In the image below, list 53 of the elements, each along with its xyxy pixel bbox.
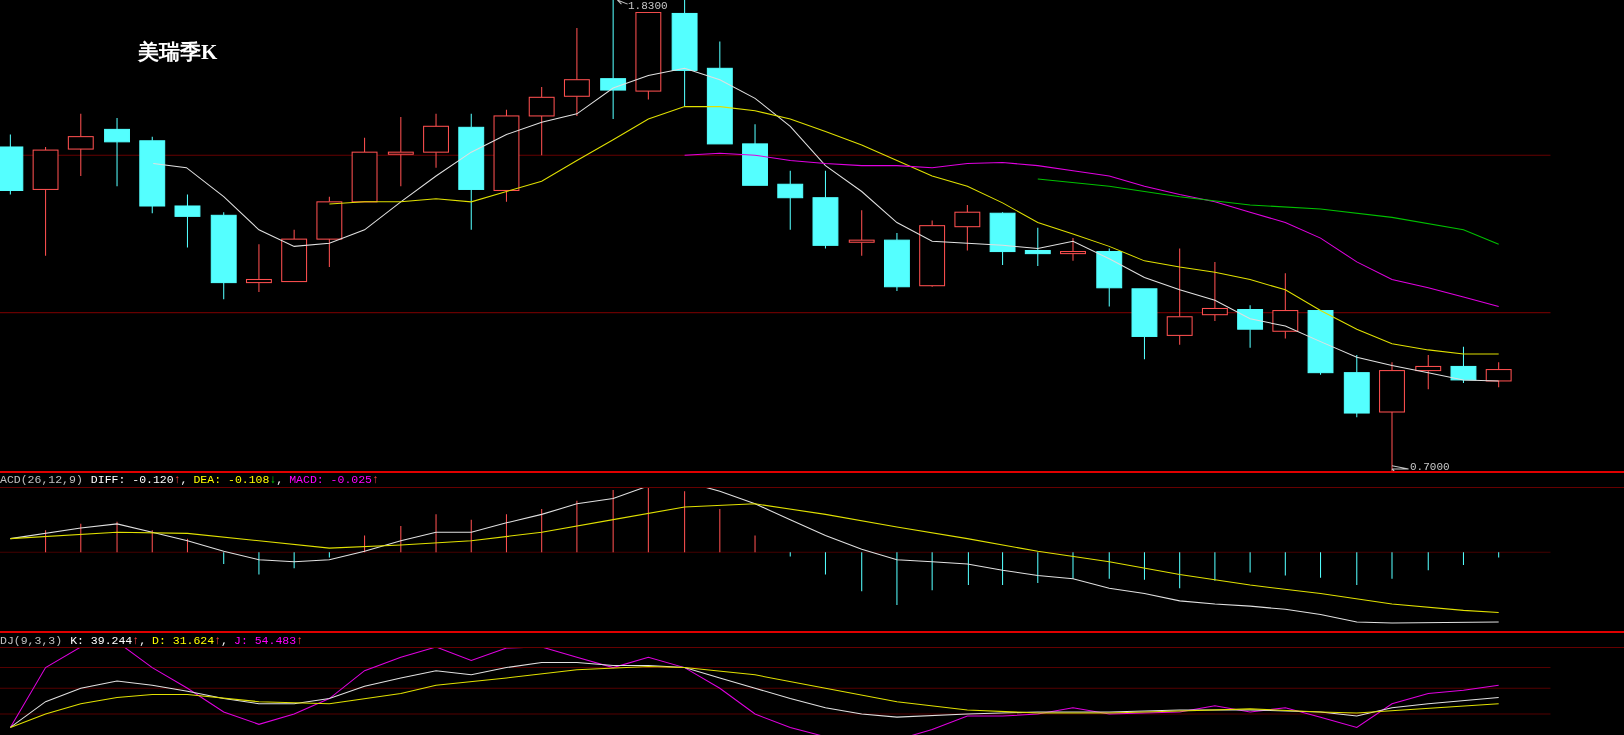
separator: , [180, 473, 188, 487]
candlestick [1060, 237, 1086, 262]
candlestick [919, 219, 946, 288]
indicator-name: ACD(26,12,9) [0, 473, 83, 487]
candlestick [67, 113, 94, 177]
candlestick [174, 194, 201, 248]
chart-title: 美瑞季K [138, 39, 218, 66]
trend-arrow: ↑ [214, 633, 222, 647]
candlestick [1096, 247, 1123, 307]
candlestick [989, 211, 1016, 266]
candlestick [954, 204, 981, 252]
candlestick [104, 117, 130, 187]
candlestick [423, 113, 449, 169]
candlestick [1485, 361, 1512, 388]
high-price-label: 1.8300 [628, 0, 668, 12]
candlestick [281, 229, 308, 283]
indicator-value: J: 54.483 [234, 633, 297, 647]
indicator-name: DJ(9,3,3) [0, 633, 63, 647]
candlestick [528, 86, 555, 156]
candlestick [1201, 261, 1228, 322]
trend-arrow: ↑ [372, 473, 379, 487]
candlestick [387, 116, 414, 187]
candlestick [848, 209, 875, 257]
candlestick [884, 232, 910, 292]
separator: , [276, 473, 284, 487]
separator: , [221, 633, 228, 647]
candlestick [0, 134, 24, 196]
candlestick [1237, 304, 1264, 349]
candlestick [742, 123, 768, 186]
candlestick [1450, 346, 1477, 384]
indicator-value: DIFF: -0.120 [90, 473, 174, 487]
candlestick [246, 243, 272, 293]
candlestick [351, 137, 378, 203]
trend-arrow: ↑ [173, 473, 181, 487]
candlestick [316, 196, 343, 268]
candlestick [1272, 272, 1299, 339]
low-price-label: 0.7000 [1410, 463, 1450, 471]
candlestick [1307, 310, 1334, 376]
candlestick [1131, 288, 1158, 360]
leader-line [616, 0, 629, 5]
candlestick [1343, 354, 1370, 418]
trend-arrow: ↑ [296, 633, 304, 647]
trend-arrow: ↑ [132, 633, 140, 647]
leader-line [1391, 465, 1410, 471]
indicator-value: MACD: -0.025 [289, 473, 373, 487]
trend-arrow: ↓ [269, 473, 277, 487]
separator: , [139, 633, 147, 647]
candlestick [1024, 227, 1051, 267]
indicator-value: DEA: -0.108 [193, 473, 270, 487]
indicator-value: K: 39.244 [70, 633, 133, 647]
candlestick [1415, 354, 1442, 390]
indicator-value: D: 31.624 [152, 633, 215, 647]
candlestick [777, 170, 804, 231]
